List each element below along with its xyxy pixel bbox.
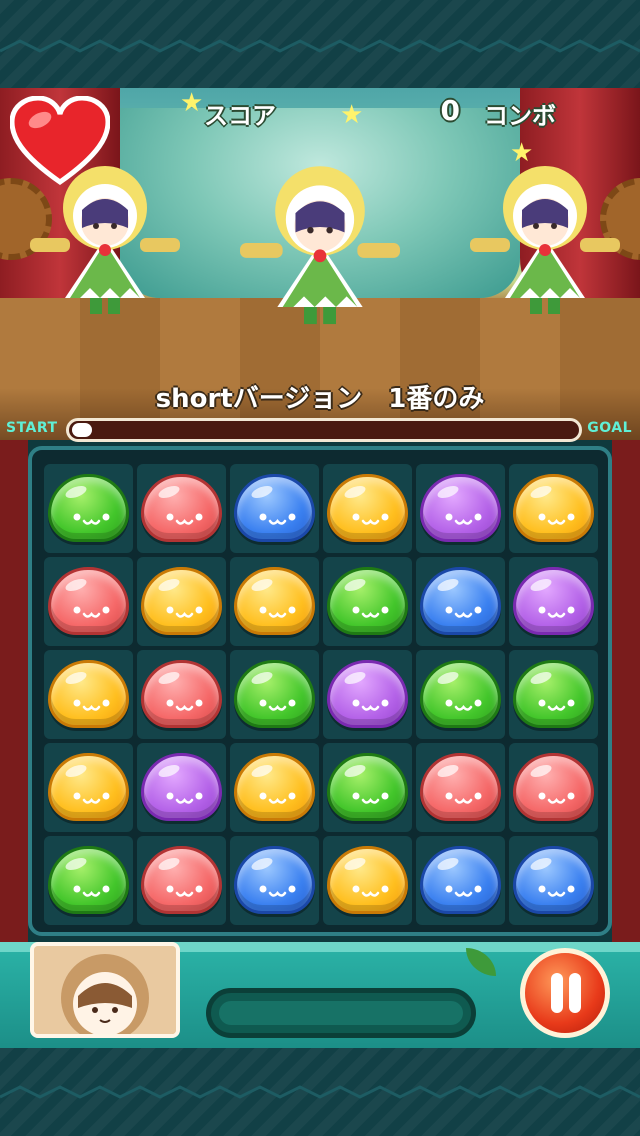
board-cell [509, 743, 598, 832]
board-cell [44, 650, 133, 739]
puyo-blue[interactable] [234, 846, 315, 914]
board-cell [509, 836, 598, 925]
puyo-green[interactable] [48, 846, 129, 914]
puyo-green[interactable] [327, 753, 408, 821]
dancer-character-right [470, 166, 620, 314]
board-cell [509, 650, 598, 739]
puyo-green[interactable] [513, 660, 594, 728]
puyo-yellow[interactable] [234, 567, 315, 635]
zigzag-decoration [0, 39, 640, 53]
star-icon: ★ [180, 88, 204, 118]
puyo-yellow[interactable] [234, 753, 315, 821]
puyo-red[interactable] [141, 660, 222, 728]
board-cell [230, 743, 319, 832]
board-cell [416, 650, 505, 739]
board-cell [416, 836, 505, 925]
puyo-yellow[interactable] [48, 660, 129, 728]
song-progress: START GOAL [0, 416, 640, 442]
puyo-yellow[interactable] [141, 567, 222, 635]
pause-icon [551, 973, 563, 1013]
board-cell [323, 743, 412, 832]
puyo-yellow[interactable] [513, 474, 594, 542]
puyo-purple[interactable] [513, 567, 594, 635]
board-cell [44, 836, 133, 925]
board-cell [416, 557, 505, 646]
board-cell [137, 743, 226, 832]
pause-button[interactable] [520, 948, 610, 1038]
board-cell [230, 650, 319, 739]
board-cell [137, 464, 226, 553]
zigzag-decoration [0, 1085, 640, 1099]
portrait-icon [34, 946, 176, 1034]
board-cell [323, 464, 412, 553]
puyo-yellow[interactable] [327, 474, 408, 542]
board-cell [137, 650, 226, 739]
board-cell [230, 836, 319, 925]
puyo-blue[interactable] [420, 846, 501, 914]
board-cell [416, 743, 505, 832]
puyo-blue[interactable] [234, 474, 315, 542]
puyo-purple[interactable] [327, 660, 408, 728]
goal-label: GOAL [587, 420, 632, 436]
puyo-yellow[interactable] [327, 846, 408, 914]
puyo-red[interactable] [513, 753, 594, 821]
board-cell [323, 557, 412, 646]
puyo-yellow[interactable] [48, 753, 129, 821]
board-cell [230, 557, 319, 646]
board-cell [416, 464, 505, 553]
puyo-blue[interactable] [420, 567, 501, 635]
dancer-character-center [240, 166, 400, 325]
background-left [0, 440, 28, 950]
fever-gauge [206, 988, 476, 1038]
board-cell [44, 464, 133, 553]
puyo-purple[interactable] [141, 753, 222, 821]
board-cell [323, 836, 412, 925]
board-cell [137, 557, 226, 646]
board-cell [44, 557, 133, 646]
board-cell [44, 743, 133, 832]
puyo-red[interactable] [141, 846, 222, 914]
heart-icon [10, 96, 110, 186]
puyo-green[interactable] [327, 567, 408, 635]
board-cell [509, 464, 598, 553]
puyo-purple[interactable] [420, 474, 501, 542]
board-cell [137, 836, 226, 925]
score-value: 0 [440, 94, 460, 127]
song-title: shortバージョン 1番のみ [155, 384, 485, 414]
progress-fill [72, 423, 92, 437]
board-cell [230, 464, 319, 553]
combo-label: コンボ [484, 102, 556, 130]
puyo-green[interactable] [420, 660, 501, 728]
top-band [0, 0, 640, 88]
fever-gauge-fill [219, 1001, 463, 1025]
puyo-green[interactable] [234, 660, 315, 728]
bottom-band [0, 1048, 640, 1136]
puyo-red[interactable] [48, 567, 129, 635]
star-icon: ★ [340, 100, 364, 130]
pause-icon [569, 973, 581, 1013]
start-label: START [6, 420, 58, 436]
puyo-grid [44, 464, 598, 925]
puyo-blue[interactable] [513, 846, 594, 914]
progress-track [66, 418, 582, 442]
background-right [612, 440, 640, 950]
puyo-board [28, 446, 612, 936]
puyo-red[interactable] [141, 474, 222, 542]
puyo-green[interactable] [48, 474, 129, 542]
score-label: スコア [204, 102, 276, 130]
board-cell [323, 650, 412, 739]
board-cell [509, 557, 598, 646]
character-portrait[interactable] [30, 942, 180, 1038]
puyo-red[interactable] [420, 753, 501, 821]
